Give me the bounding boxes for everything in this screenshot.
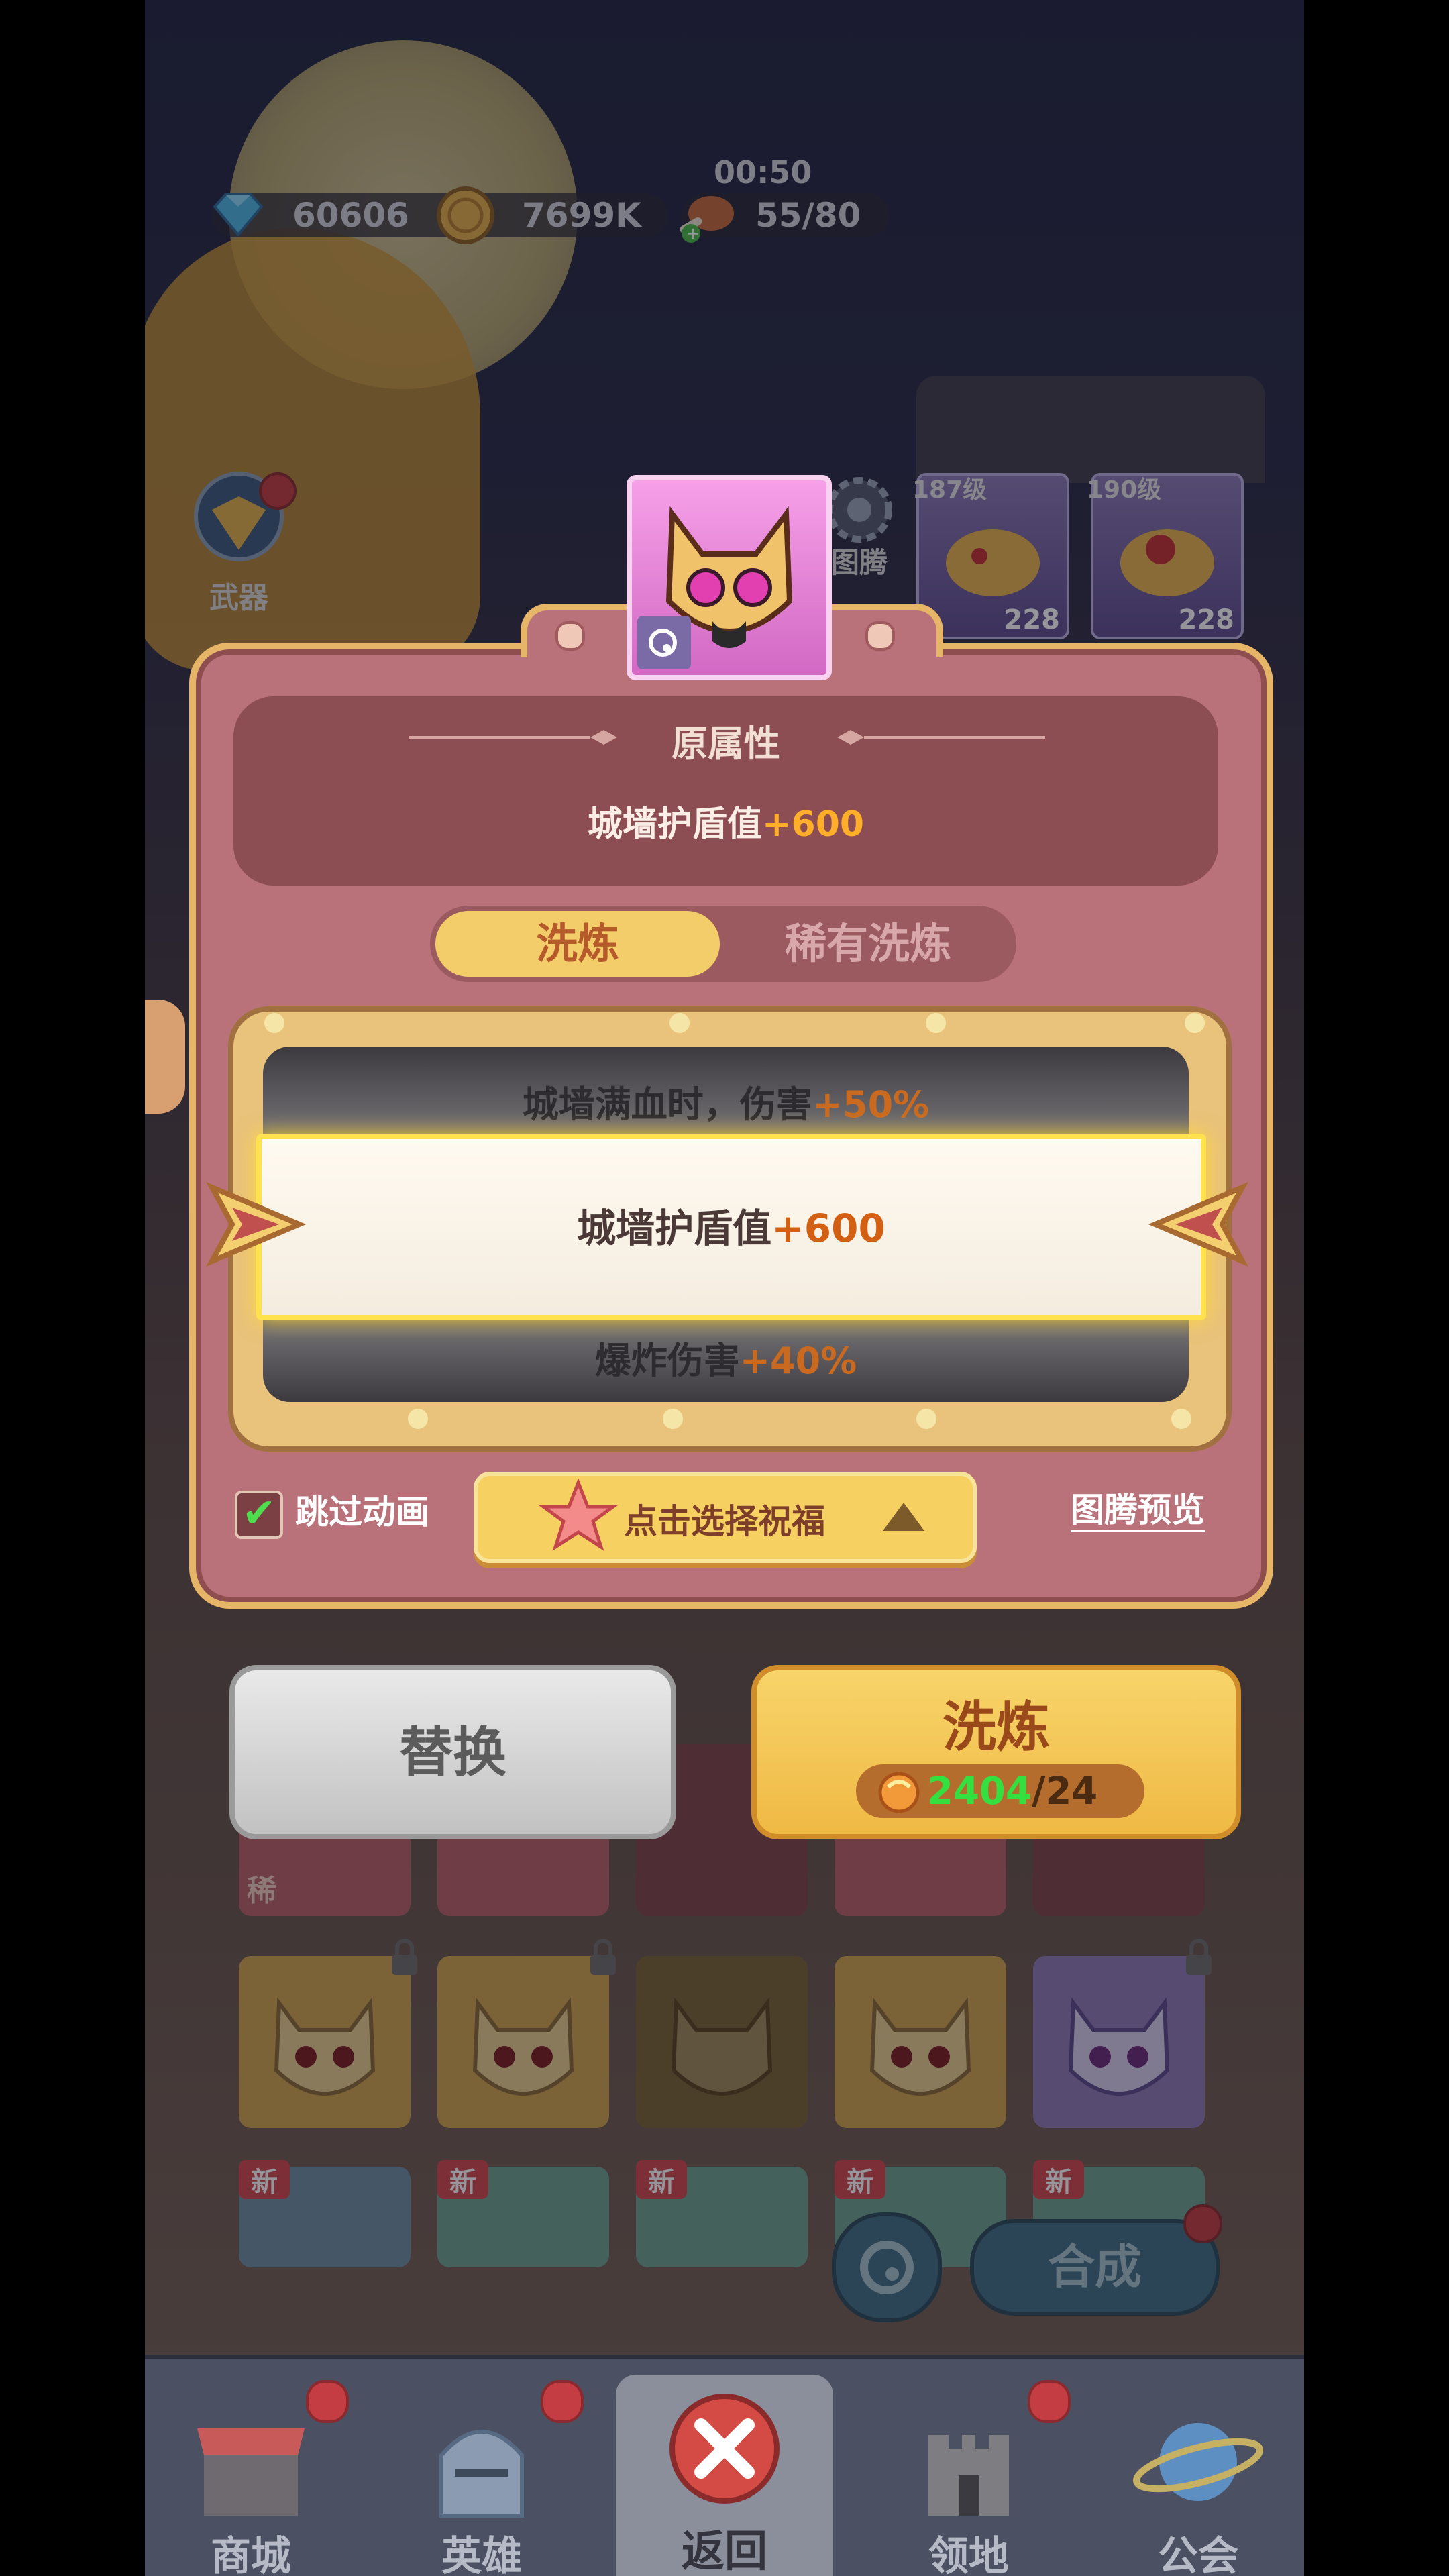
tab-rare-refine[interactable]: 稀有洗炼: [725, 911, 1011, 977]
original-attribute-title: 原属性: [672, 722, 780, 765]
nav-guild[interactable]: 公会: [1111, 2388, 1285, 2576]
refine-tabs: 洗炼 稀有洗炼: [430, 906, 1016, 982]
arrow-right-icon: [205, 1181, 306, 1267]
refine-stone-icon: [878, 1772, 920, 1813]
totem-preview-link[interactable]: 图腾预览: [1071, 1491, 1205, 1532]
tab-refine[interactable]: 洗炼: [435, 911, 720, 977]
replace-button[interactable]: 替换: [229, 1665, 676, 1839]
totem-item-card: [627, 475, 832, 680]
nav-heroes[interactable]: 英雄: [394, 2388, 569, 2576]
rivet: [865, 621, 895, 651]
frame-bulb: [669, 1013, 690, 1033]
knight-helmet-icon: [439, 2430, 524, 2518]
castle-icon: [928, 2435, 1009, 2516]
shop-icon: [197, 2428, 305, 2516]
refine-button[interactable]: 洗炼 2404/24: [751, 1665, 1241, 1839]
nav-territory[interactable]: 领地: [881, 2388, 1056, 2576]
frame-bulb: [916, 1409, 936, 1429]
planet-icon: [1132, 2423, 1264, 2501]
nav-back[interactable]: 返回: [616, 2375, 833, 2576]
original-attribute-box: 原属性 城墙护盾值+600: [233, 696, 1218, 885]
side-hero-icon: [145, 1000, 185, 1114]
rivet: [555, 621, 585, 651]
frame-bulb: [926, 1013, 946, 1033]
frame-bulb: [1185, 1013, 1205, 1033]
frame-bulb: [264, 1013, 284, 1033]
original-attribute-line: 城墙护盾值+600: [587, 804, 865, 845]
slot-option-prev: 城墙满血时，伤害+50%: [522, 1083, 930, 1126]
slot-option-next: 爆炸伤害+40%: [594, 1340, 857, 1382]
slot-selected-option: 城墙护盾值+600: [256, 1134, 1206, 1320]
frame-bulb: [408, 1409, 428, 1429]
refine-cost: 2404/24: [856, 1764, 1144, 1818]
frame-bulb: [663, 1409, 683, 1429]
skip-animation-checkbox[interactable]: ✔: [235, 1491, 283, 1539]
close-icon: [669, 2394, 780, 2504]
game-screen: 60606 7699K 00:50 + 55/80 武器 图腾 187级 228…: [145, 0, 1304, 2576]
nav-heroes-notification-dot: [541, 2380, 584, 2423]
blessing-star-icon: [538, 1479, 619, 1551]
caret-up-icon: [883, 1503, 924, 1531]
nav-territory-notification-dot: [1028, 2380, 1071, 2423]
nav-shop-notification-dot: [306, 2380, 349, 2423]
title-ornament-right: [837, 730, 1045, 745]
frame-bulb: [1171, 1409, 1191, 1429]
ring-badge-icon: [637, 616, 691, 669]
arrow-left-icon: [1148, 1181, 1249, 1267]
select-blessing-button[interactable]: 点击选择祝福: [474, 1472, 977, 1563]
skip-animation-label: 跳过动画: [295, 1493, 429, 1532]
